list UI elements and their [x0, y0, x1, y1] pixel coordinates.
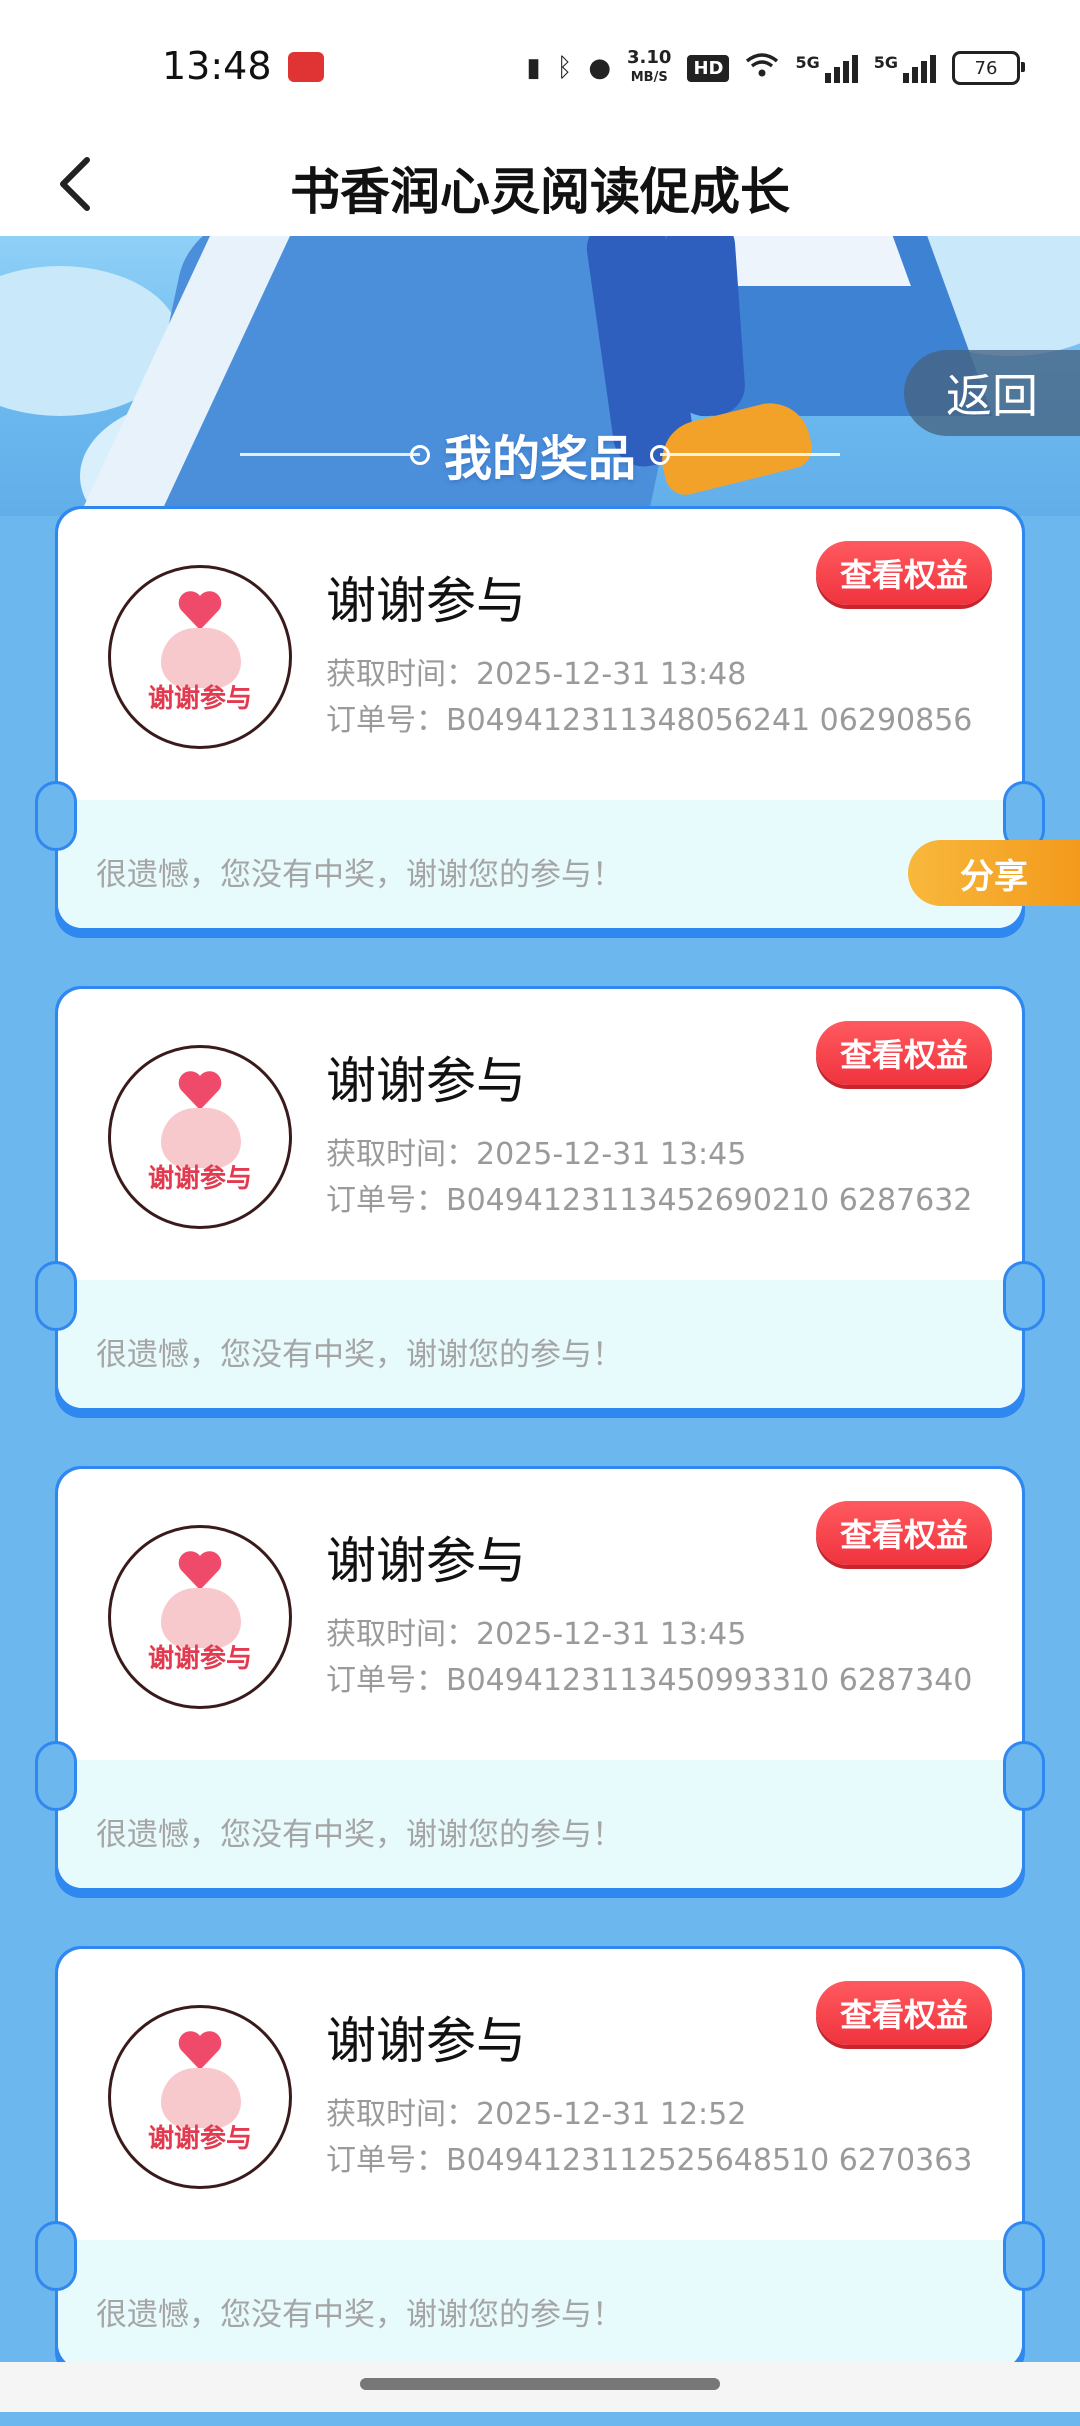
prize-name: 谢谢参与 [326, 2012, 526, 2070]
hd-icon: HD [687, 54, 730, 82]
decorative-line-right [650, 444, 840, 465]
status-icons: ▮ ᛒ ● 3.10 MB/S HD 5G 5G 76 [526, 48, 1025, 88]
prize-message: 很遗憾，您没有中奖，谢谢您的参与！ [96, 1337, 623, 1373]
prize-order: 订单号：B0494123113452690210 6287632 [326, 1183, 973, 1218]
app-notification-icon [288, 52, 324, 82]
prize-name: 谢谢参与 [326, 1052, 526, 1110]
prize-image-label: 谢谢参与 [147, 684, 252, 714]
heart-icon [178, 1071, 222, 1110]
prize-list: 谢谢参与 谢谢参与 获取时间：2025-12-31 13:48 订单号：B049… [35, 506, 1045, 2426]
battery-level: 76 [974, 57, 998, 79]
page-title: 书香润心灵阅读促成长 [290, 163, 790, 221]
prize-card: 谢谢参与 谢谢参与 获取时间：2025-12-31 13:48 订单号：B049… [35, 506, 1045, 938]
heart-icon [178, 591, 222, 630]
heart-icon [178, 2031, 222, 2070]
prize-card: 谢谢参与 谢谢参与 获取时间：2025-12-31 13:45 订单号：B049… [35, 986, 1045, 1418]
signal-1-icon: 5G [795, 53, 858, 83]
view-benefits-button[interactable]: 查看权益 [816, 541, 992, 605]
prize-image: 谢谢参与 [108, 1525, 292, 1709]
prize-image: 谢谢参与 [108, 1045, 292, 1229]
battery-icon: 76 [952, 51, 1025, 85]
vibrate-icon: ▮ [526, 53, 541, 83]
prize-order: 订单号：B0494123112525648510 6270363 [326, 2143, 973, 2178]
prize-name: 谢谢参与 [326, 572, 526, 630]
prize-message: 很遗憾，您没有中奖，谢谢您的参与！ [96, 857, 623, 893]
prize-message: 很遗憾，您没有中奖，谢谢您的参与！ [96, 1817, 623, 1853]
prize-time: 获取时间：2025-12-31 13:45 [326, 1137, 747, 1172]
signal-2-icon: 5G [874, 53, 936, 83]
wifi-icon [745, 52, 779, 85]
status-bar: 13:48 ▮ ᛒ ● 3.10 MB/S HD 5G 5G 76 [0, 0, 1080, 130]
view-benefits-button[interactable]: 查看权益 [816, 1501, 992, 1565]
prize-time: 获取时间：2025-12-31 12:52 [326, 2097, 747, 2132]
prize-order: 订单号：B0494123113450993310 6287340 [326, 1663, 973, 1698]
system-nav-bar [0, 2362, 1080, 2412]
net-speed: 3.10 MB/S [627, 49, 671, 87]
prize-image-label: 谢谢参与 [147, 1164, 252, 1194]
banner-title-row: 我的奖品 [0, 414, 1080, 494]
status-time: 13:48 [162, 44, 272, 88]
prize-image-label: 谢谢参与 [147, 1644, 252, 1674]
prize-time: 获取时间：2025-12-31 13:48 [326, 657, 747, 692]
view-benefits-button[interactable]: 查看权益 [816, 1981, 992, 2045]
net-speed-value: 3.10 [627, 47, 672, 68]
heart-icon [178, 1551, 222, 1590]
prize-time: 获取时间：2025-12-31 13:45 [326, 1617, 747, 1652]
prize-image-label: 谢谢参与 [147, 2124, 252, 2154]
return-button[interactable]: 返回 [904, 350, 1080, 436]
prize-order: 订单号：B049412311348056241 06290856 [326, 703, 973, 738]
prize-card: 谢谢参与 谢谢参与 获取时间：2025-12-31 13:45 订单号：B049… [35, 1466, 1045, 1898]
view-benefits-button[interactable]: 查看权益 [816, 1021, 992, 1085]
prize-card: 谢谢参与 谢谢参与 获取时间：2025-12-31 12:52 订单号：B049… [35, 1946, 1045, 2378]
home-indicator[interactable] [360, 2378, 720, 2390]
prize-image: 谢谢参与 [108, 2005, 292, 2189]
prize-name: 谢谢参与 [326, 1532, 526, 1590]
share-button[interactable]: 分享 [908, 840, 1080, 906]
prize-image: 谢谢参与 [108, 565, 292, 749]
prize-message: 很遗憾，您没有中奖，谢谢您的参与！ [96, 2297, 623, 2333]
bluetooth-icon: ᛒ [556, 53, 573, 83]
location-icon: ● [588, 53, 612, 83]
decorative-line-left [239, 444, 430, 465]
banner-title: 我的奖品 [443, 431, 636, 487]
net-speed-unit: MB/S [630, 70, 668, 85]
app-header: 书香润心灵阅读促成长 [0, 130, 1080, 236]
network-type-2: 5G [873, 53, 898, 72]
network-type-1: 5G [795, 53, 820, 72]
